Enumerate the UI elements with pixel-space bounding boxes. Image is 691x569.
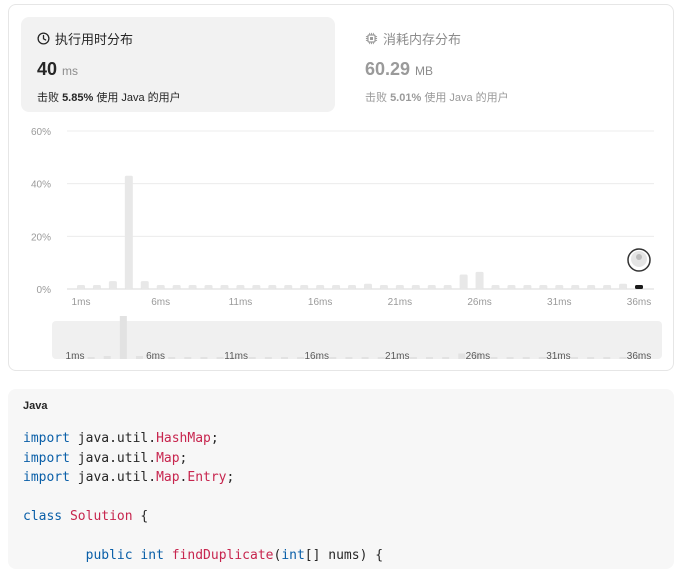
bar-4ms[interactable] [124,175,133,289]
brush-x-label: 31ms [546,351,570,362]
brush-bar [248,357,256,359]
brush-bar [506,357,514,359]
bar-28ms[interactable] [507,285,516,289]
bar-14ms[interactable] [284,285,293,289]
bar-12ms[interactable] [252,285,261,289]
bar-26ms[interactable] [475,271,484,289]
brush-bar [409,357,417,359]
bar-5ms[interactable] [140,281,149,289]
x-tick-label: 6ms [151,297,170,308]
bar-20ms[interactable] [379,285,388,289]
chart-marker [627,248,651,272]
code-panel: Java import java.util.HashMap; import ja… [8,389,674,569]
bar-16ms[interactable] [316,285,325,289]
runtime-distribution-chart[interactable]: 60% 40% 20% 0% 1ms 6ms 11ms 16ms 21ms 26ms 31ms 36… [9,5,673,370]
brush-x-label: 6ms [146,351,165,362]
bar-29ms[interactable] [523,285,532,289]
brush-bar [490,357,498,359]
brush-x-label: 16ms [304,351,328,362]
bar-18ms[interactable] [348,285,357,289]
brush-bar [216,357,224,359]
bar-10ms[interactable] [220,285,229,289]
brush-bar [587,357,595,359]
bar-23ms[interactable] [427,285,436,289]
brush-x-label: 21ms [385,351,409,362]
bar-21ms[interactable] [395,285,404,289]
x-tick-label: 36ms [627,297,651,308]
chart-x-labels: 1ms 6ms 11ms 16ms 21ms 26ms 31ms 36ms [72,297,652,308]
x-tick-label: 21ms [388,297,412,308]
chart-brush: 1ms 6ms 11ms 16ms 21ms 26ms 31ms 36ms [52,316,662,362]
x-tick-label: 26ms [467,297,491,308]
brush-bar [426,357,434,359]
brush-bar [377,357,385,359]
brush-bar [135,356,143,359]
bar-8ms[interactable] [188,285,197,289]
brush-bar [280,357,288,359]
stats-panel: 执行用时分布 40 ms 击败 5.85% 使用 Java 的用户 消耗内存分布… [8,4,674,371]
bar-31ms[interactable] [555,285,564,289]
brush-bar [103,356,111,359]
bar-33ms[interactable] [587,285,596,289]
bar-15ms[interactable] [300,285,309,289]
brush-x-label: 36ms [627,351,651,362]
bar-3ms[interactable] [108,281,117,289]
bar-2ms[interactable] [92,285,101,289]
bar-19ms[interactable] [363,283,372,289]
bar-22ms[interactable] [411,285,420,289]
code-language: Java [23,400,48,412]
bar-6ms[interactable] [156,285,165,289]
brush-bar [619,357,627,359]
brush-bar [168,357,176,359]
brush-bar [87,357,95,359]
y-tick-label: 20% [31,232,51,243]
bar-7ms[interactable] [172,285,181,289]
bar-25ms[interactable] [459,274,468,289]
brush-x-label: 11ms [224,351,248,362]
brush-bar [119,316,127,359]
avatar-head-icon [636,254,642,260]
x-tick-label: 16ms [308,297,332,308]
brush-x-label: 26ms [466,351,490,362]
chart-bars [77,175,643,289]
code-block[interactable]: import java.util.HashMap; import java.ut… [23,429,383,566]
y-tick-label: 40% [31,180,51,191]
bar-32ms[interactable] [571,285,580,289]
bar-34ms[interactable] [603,285,612,289]
bar-30ms[interactable] [539,285,548,289]
brush-bar [200,357,208,359]
brush-bar [329,357,337,359]
brush-bar [442,357,450,359]
brush-bar [571,357,579,359]
bar-27ms[interactable] [491,285,500,289]
brush-bar [264,357,272,359]
bar-24ms[interactable] [443,285,452,289]
brush-bar [297,357,305,359]
brush-bar [184,357,192,359]
x-tick-label: 11ms [229,297,253,308]
x-tick-label: 1ms [72,297,91,308]
brush-bar [522,357,530,359]
brush-bar [345,357,353,359]
brush-bar [603,357,611,359]
bar-9ms[interactable] [204,285,213,289]
bar-11ms[interactable] [236,285,245,289]
bar-35ms[interactable] [619,283,628,289]
brush-bar [538,357,546,359]
bar-17ms[interactable] [332,285,341,289]
bar-13ms[interactable] [268,285,277,289]
bar-36ms[interactable] [635,285,643,289]
y-tick-label: 0% [37,285,52,296]
brush-bar [361,357,369,359]
x-tick-label: 31ms [547,297,571,308]
brush-bar [458,353,466,359]
y-tick-label: 60% [31,127,51,138]
brush-x-label: 1ms [66,351,85,362]
bar-1ms[interactable] [77,285,85,289]
chart-grid: 60% 40% 20% 0% [31,127,654,296]
